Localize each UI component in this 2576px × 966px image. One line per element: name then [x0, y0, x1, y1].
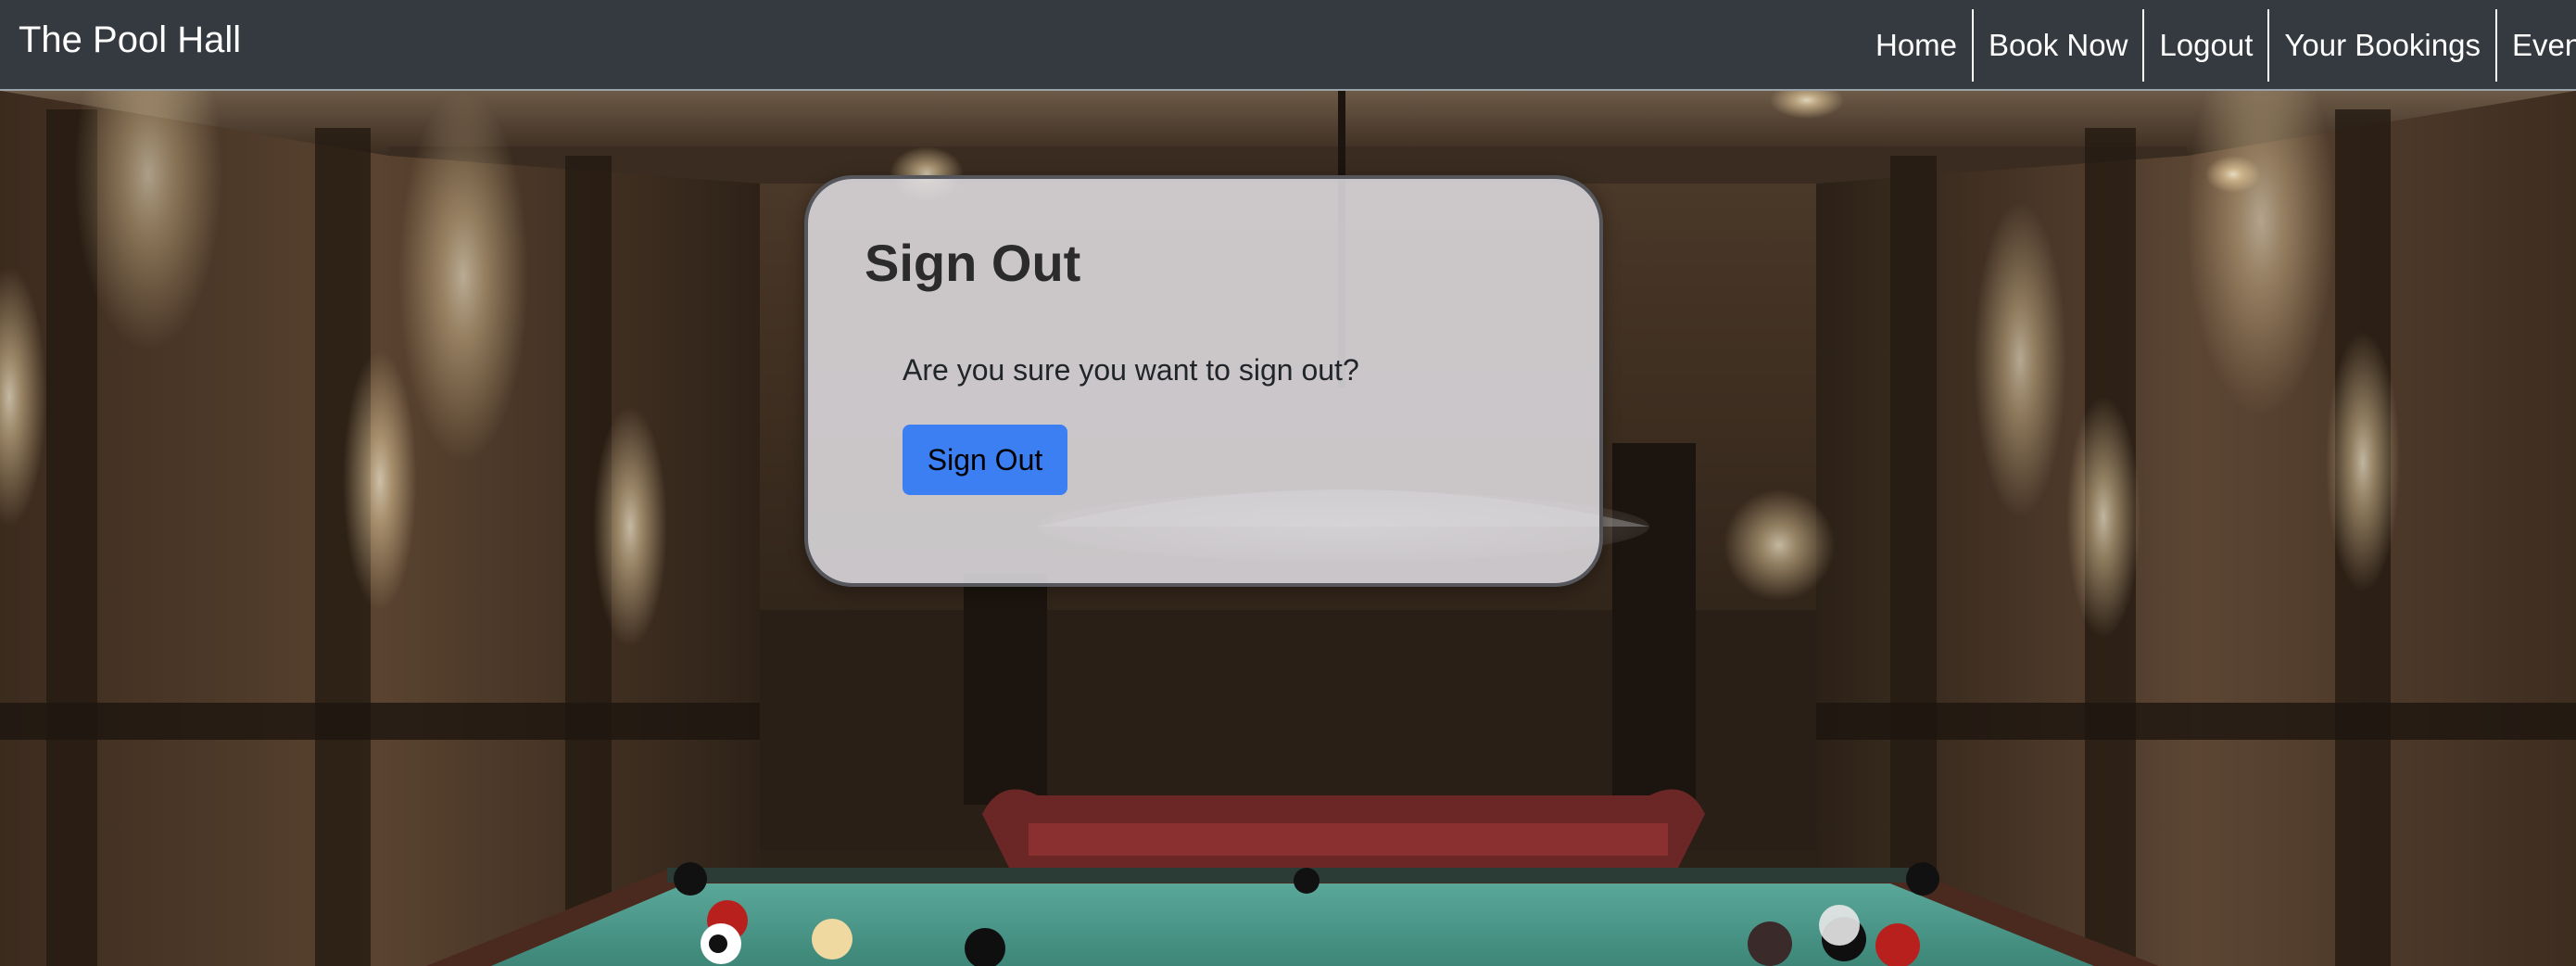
confirm-message: Are you sure you want to sign out? — [903, 353, 1359, 387]
sign-out-button[interactable]: Sign Out — [903, 425, 1067, 495]
nav-link-your-bookings[interactable]: Your Bookings — [2269, 9, 2495, 82]
nav-link-home[interactable]: Home — [1861, 9, 1972, 82]
brand-link[interactable]: The Pool Hall — [19, 0, 241, 89]
nav-link-logout[interactable]: Logout — [2144, 9, 2267, 82]
navbar: The Pool Hall Home Book Now Logout Your … — [0, 0, 2576, 91]
card-title: Sign Out — [865, 234, 1081, 292]
nav-link-book-now[interactable]: Book Now — [1974, 9, 2142, 82]
nav-link-events[interactable]: Event — [2497, 9, 2576, 82]
nav-links: Home Book Now Logout Your Bookings Event — [1861, 0, 2576, 89]
sign-out-card: Sign Out Are you sure you want to sign o… — [804, 175, 1603, 587]
